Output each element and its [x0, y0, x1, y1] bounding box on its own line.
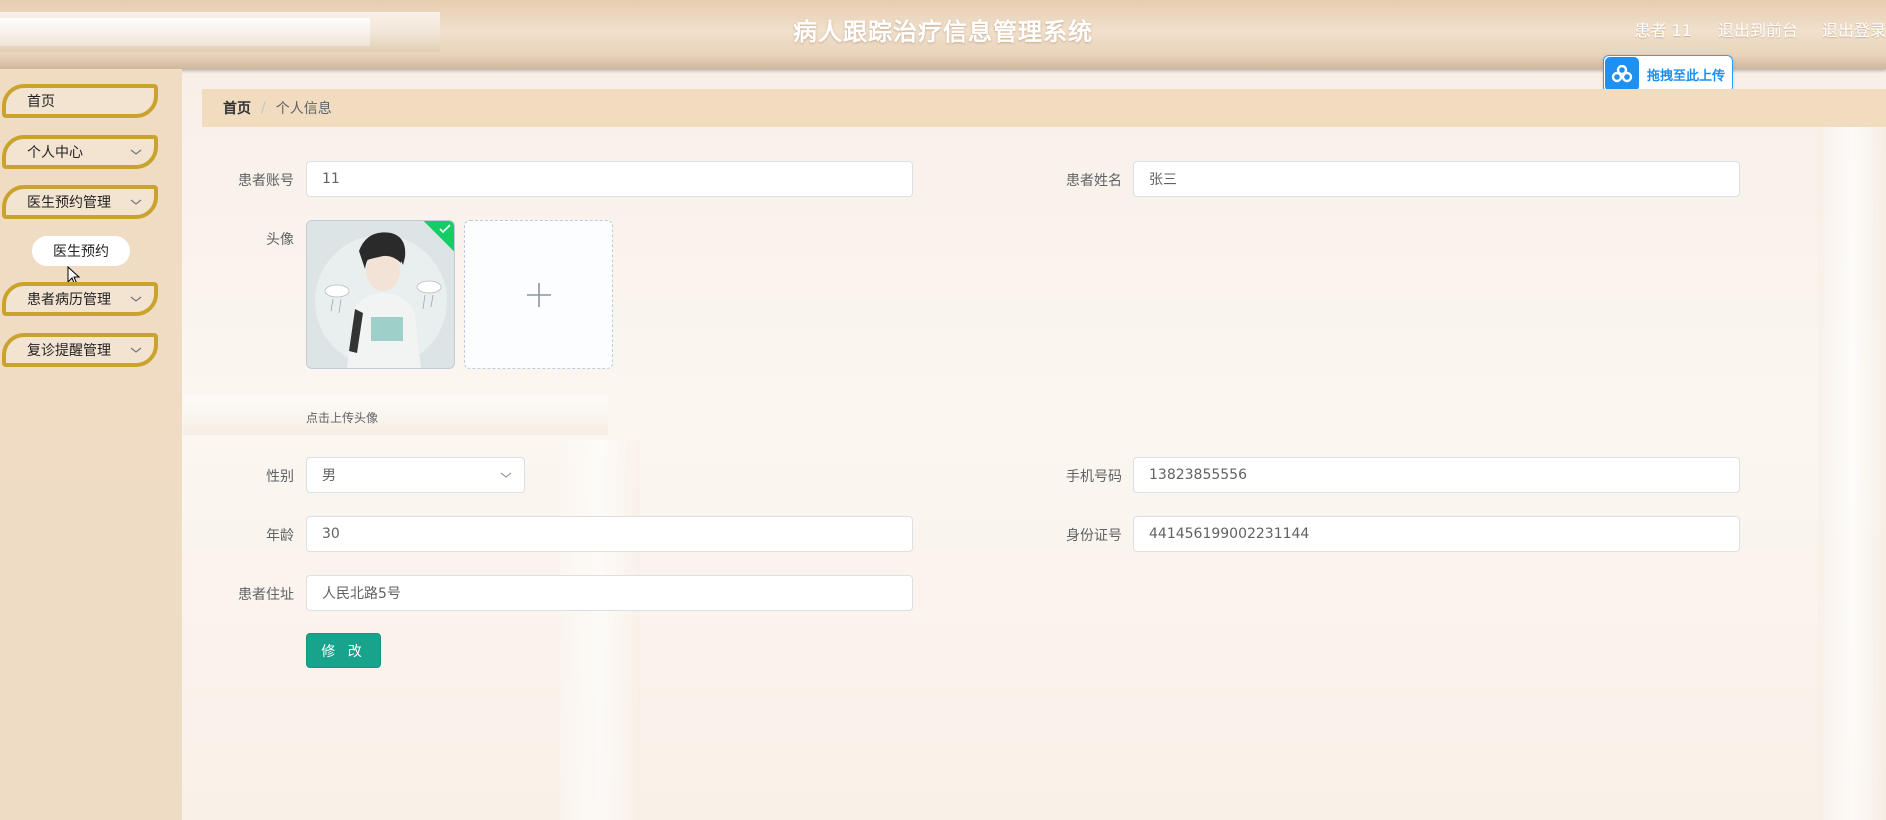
phone-label: 手机号码 [1066, 469, 1122, 485]
avatar-image[interactable] [306, 220, 455, 369]
avatar-label: 头像 [266, 232, 294, 248]
drag-upload-text: 拖拽至此上传 [1647, 68, 1726, 84]
background-decoration [183, 395, 608, 435]
sidebar-item-label: 个人中心 [27, 145, 83, 161]
breadcrumb: 首页 / 个人信息 [202, 89, 1886, 127]
upload-avatar-tip: 点击上传头像 [306, 411, 379, 425]
check-icon [439, 224, 451, 234]
breadcrumb-current: 个人信息 [275, 101, 332, 117]
current-user-label: 患者 11 [1634, 21, 1692, 40]
back-to-front-link[interactable]: 退出到前台 [1718, 17, 1798, 41]
avatar-upload-button[interactable] [464, 220, 613, 369]
sidebar-item-label: 复诊提醒管理 [27, 343, 111, 359]
address-field[interactable]: 人民北路5号 [306, 575, 913, 611]
chevron-down-icon [130, 199, 142, 205]
sidebar-subitem-doctor-appointment[interactable]: 医生预约 [32, 236, 130, 266]
idcard-field[interactable]: 441456199002231144 [1133, 516, 1740, 552]
background-decoration [560, 440, 640, 820]
chevron-down-icon [500, 472, 512, 478]
address-label: 患者住址 [238, 587, 294, 603]
sidebar-item-label: 患者病历管理 [27, 292, 111, 308]
sidebar-item-medical-record-management[interactable]: 患者病历管理 [2, 282, 158, 316]
drag-upload-badge[interactable]: 拖拽至此上传 [1603, 55, 1733, 93]
sidebar-item-label: 首页 [27, 94, 55, 110]
name-label: 患者姓名 [1066, 173, 1122, 189]
account-value: 11 [322, 171, 340, 187]
cloud-icon [1605, 57, 1639, 91]
name-field[interactable]: 张三 [1133, 161, 1740, 197]
idcard-value: 441456199002231144 [1149, 526, 1310, 542]
age-value: 30 [322, 526, 340, 542]
idcard-label: 身份证号 [1066, 528, 1122, 544]
age-label: 年龄 [266, 528, 294, 544]
phone-value: 13823855556 [1149, 467, 1247, 483]
sidebar-item-home[interactable]: 首页 [2, 84, 158, 118]
plus-icon [526, 282, 551, 307]
gender-label: 性别 [266, 469, 294, 485]
modify-button[interactable]: 修 改 [306, 633, 381, 668]
address-value: 人民北路5号 [322, 586, 401, 602]
sidebar-item-appointment-management[interactable]: 医生预约管理 [2, 185, 158, 219]
app-title: 病人跟踪治疗信息管理系统 [793, 18, 1093, 46]
breadcrumb-separator: / [261, 100, 266, 116]
chevron-down-icon [130, 296, 142, 302]
phone-field[interactable]: 13823855556 [1133, 457, 1740, 493]
sidebar-item-followup-reminder-management[interactable]: 复诊提醒管理 [2, 333, 158, 367]
avatar-illustration [307, 221, 454, 368]
logout-link[interactable]: 退出登录 [1822, 17, 1886, 41]
account-field[interactable]: 11 [306, 161, 913, 197]
gender-value: 男 [322, 468, 336, 484]
breadcrumb-home[interactable]: 首页 [223, 98, 251, 118]
name-value: 张三 [1149, 172, 1177, 188]
age-field[interactable]: 30 [306, 516, 913, 552]
sidebar-item-personal-center[interactable]: 个人中心 [2, 135, 158, 169]
account-label: 患者账号 [238, 173, 294, 189]
chevron-down-icon [130, 347, 142, 353]
sidebar [0, 69, 182, 820]
sidebar-item-label: 医生预约管理 [27, 195, 111, 211]
header-links: 患者 11 退出到前台 退出登录 [1635, 17, 1886, 41]
chevron-down-icon [130, 149, 142, 155]
gender-select[interactable]: 男 [306, 457, 525, 493]
background-decoration [1818, 120, 1886, 820]
